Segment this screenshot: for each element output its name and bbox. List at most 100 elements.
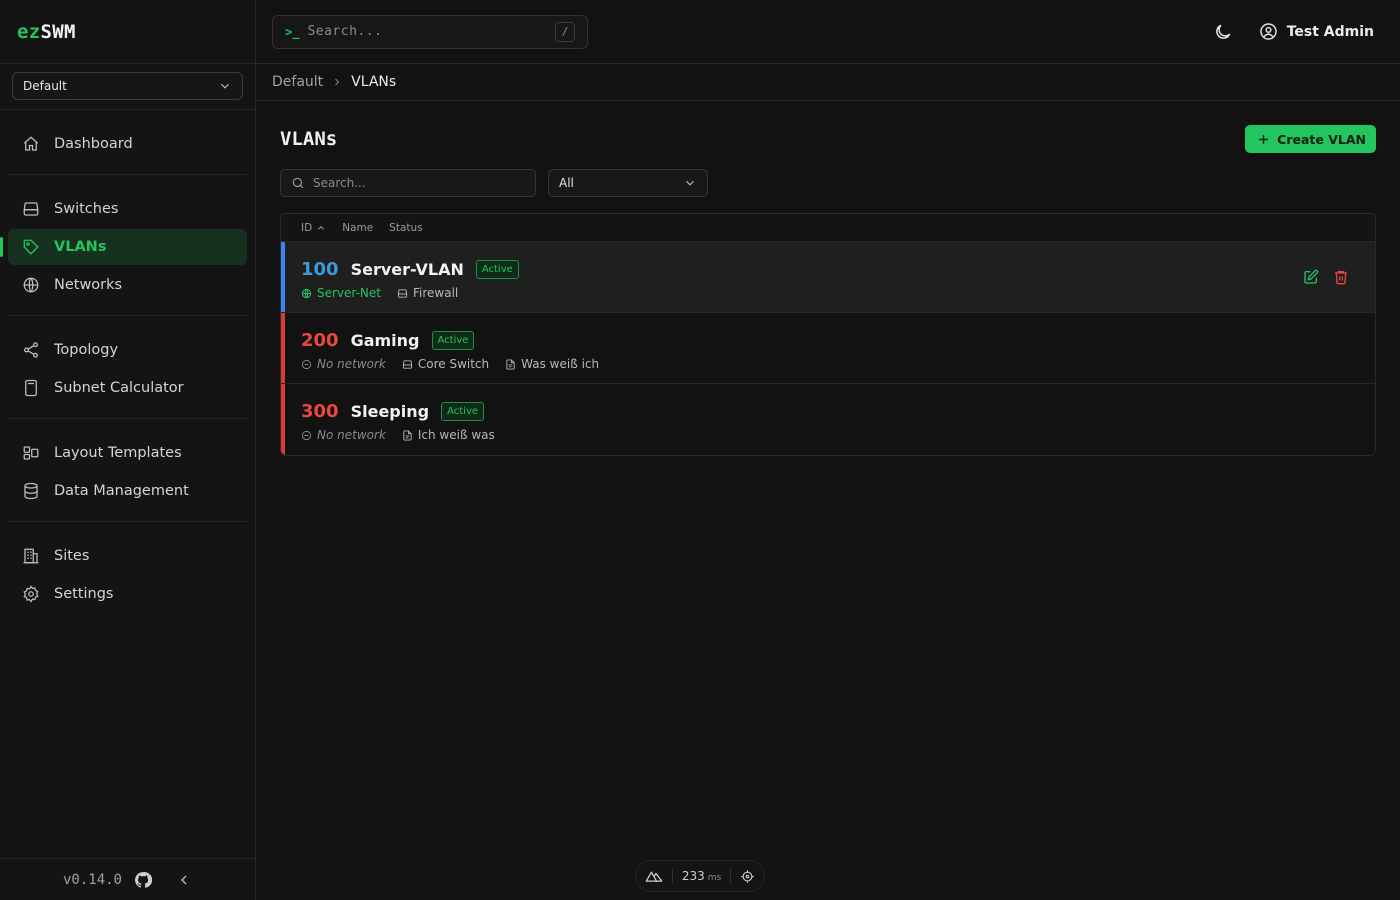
sidebar-item-topology[interactable]: Topology: [8, 332, 247, 368]
status-filter-select[interactable]: All: [548, 169, 708, 197]
vlan-network: No network: [301, 357, 386, 371]
table-row[interactable]: 300 Sleeping Active No network Ich weiß …: [281, 384, 1375, 455]
breadcrumb-parent[interactable]: Default: [272, 74, 323, 90]
column-header-id[interactable]: ID: [301, 222, 326, 234]
vlan-description-label: Was weiß ich: [521, 357, 600, 371]
topbar: >_ Search... / Test Admin: [256, 0, 1400, 64]
sidebar-item-label: Settings: [54, 586, 114, 602]
trash-icon[interactable]: [1333, 269, 1349, 285]
user-name: Test Admin: [1286, 23, 1374, 40]
create-vlan-label: Create VLAN: [1277, 131, 1366, 147]
vlan-name: Sleeping: [350, 401, 430, 421]
vlan-id: 200: [301, 329, 339, 351]
vlan-switch: Firewall: [397, 286, 458, 300]
search-shortcut-key: /: [555, 21, 575, 42]
vlan-description: Ich weiß was: [402, 428, 495, 442]
command-search-placeholder: Search...: [307, 24, 383, 39]
vlan-network-label: No network: [317, 357, 386, 371]
vlan-switch-label: Firewall: [412, 286, 459, 300]
vlan-search-placeholder: Search...: [313, 176, 366, 190]
row-actions: [1303, 269, 1349, 285]
main-content: VLANs Create VLAN Search... All ID Name …: [280, 101, 1376, 456]
devtools-pill[interactable]: 233 ms: [635, 860, 765, 892]
sidebar-item-label: Topology: [54, 342, 119, 358]
user-circle-icon: [1259, 22, 1278, 41]
sidebar-item-networks[interactable]: Networks: [8, 267, 247, 303]
page-title: VLANs: [280, 128, 338, 150]
vlan-description-label: Ich weiß was: [417, 428, 495, 442]
building-icon: [22, 547, 40, 565]
file-text-icon: [506, 358, 515, 370]
collapse-sidebar-button[interactable]: [176, 872, 192, 888]
terminal-prompt-icon: >_: [285, 24, 300, 39]
site-selector-value: Default: [23, 79, 67, 93]
vlan-network-label: Server-Net: [317, 286, 381, 300]
vlan-network[interactable]: Server-Net: [301, 286, 381, 300]
sidebar-item-label: Layout Templates: [54, 445, 182, 461]
sidebar-item-label: Networks: [54, 277, 123, 293]
sidebar-item-label: Subnet Calculator: [54, 380, 184, 396]
status-badge: Active: [475, 259, 519, 279]
edit-icon[interactable]: [1303, 269, 1319, 285]
nav-group: Sites Settings: [8, 522, 247, 624]
chevron-left-icon: [181, 875, 187, 884]
sort-asc-icon: [318, 225, 325, 230]
chevron-down-icon: [683, 176, 697, 190]
column-header-status[interactable]: Status: [389, 222, 422, 234]
theme-toggle-moon-icon[interactable]: [1213, 22, 1233, 42]
vlan-switch-label: Core Switch: [417, 357, 490, 371]
sidebar-item-label: Dashboard: [54, 136, 133, 152]
vlan-id: 300: [301, 400, 339, 422]
logo-name: SWM: [40, 20, 76, 43]
sidebar-item-vlans[interactable]: VLANs: [0, 229, 247, 265]
vlan-network: No network: [301, 428, 386, 442]
vlan-search-input[interactable]: Search...: [280, 169, 536, 197]
table-row[interactable]: 200 Gaming Active No network Core Switch…: [281, 313, 1375, 384]
share-icon: [22, 341, 40, 359]
sidebar-item-sites[interactable]: Sites: [8, 538, 247, 574]
vlan-switch: Core Switch: [402, 357, 489, 371]
github-icon[interactable]: [134, 871, 152, 889]
column-header-name[interactable]: Name: [342, 222, 373, 234]
sidebar-item-data-management[interactable]: Data Management: [8, 473, 247, 509]
render-time-unit: ms: [707, 873, 722, 883]
sidebar-item-settings[interactable]: Settings: [8, 576, 247, 612]
sidebar-item-label: Switches: [54, 201, 119, 217]
user-menu[interactable]: Test Admin: [1259, 22, 1374, 41]
app-version: v0.14.0: [62, 871, 122, 888]
tag-icon: [22, 238, 40, 256]
table-row[interactable]: 100 Server-VLAN Active Server-Net Firewa…: [281, 242, 1375, 313]
server-icon: [397, 288, 408, 298]
column-header-label: ID: [301, 221, 313, 234]
file-text-icon: [403, 429, 412, 441]
app-logo[interactable]: ez SWM: [0, 0, 255, 64]
divider: [671, 869, 673, 883]
command-search[interactable]: >_ Search... /: [272, 14, 588, 49]
breadcrumb-current: VLANs: [351, 74, 397, 90]
render-time: 233 ms: [682, 869, 721, 883]
status-badge: Active: [431, 330, 475, 350]
vlan-name: Gaming: [350, 330, 420, 350]
breadcrumb: Default VLANs: [256, 64, 1400, 101]
crosshair-icon[interactable]: [740, 869, 755, 884]
vlan-table: ID Name Status 100 Server-VLAN Active Se…: [280, 213, 1376, 456]
chevron-down-icon: [218, 79, 232, 93]
logo-prefix: ez: [17, 20, 41, 43]
sidebar-item-subnet-calculator[interactable]: Subnet Calculator: [8, 370, 247, 406]
sidebar-item-dashboard[interactable]: Dashboard: [8, 126, 247, 162]
sidebar-item-label: Sites: [54, 548, 90, 564]
create-vlan-button[interactable]: Create VLAN: [1245, 125, 1376, 153]
chevron-right-icon: [331, 76, 343, 88]
site-selector[interactable]: Default: [12, 72, 243, 100]
page-header: VLANs Create VLAN: [280, 101, 1376, 177]
server-icon: [22, 200, 40, 218]
layout-icon: [22, 444, 40, 462]
server-icon: [402, 359, 413, 369]
divider: [730, 869, 732, 883]
sidebar-item-switches[interactable]: Switches: [8, 191, 247, 227]
site-selector-container: Default: [0, 64, 255, 110]
nav-group: Topology Subnet Calculator: [8, 316, 247, 419]
topbar-actions: Test Admin: [1213, 22, 1384, 42]
nuxt-logo-icon[interactable]: [645, 869, 663, 883]
sidebar-item-layout-templates[interactable]: Layout Templates: [8, 435, 247, 471]
